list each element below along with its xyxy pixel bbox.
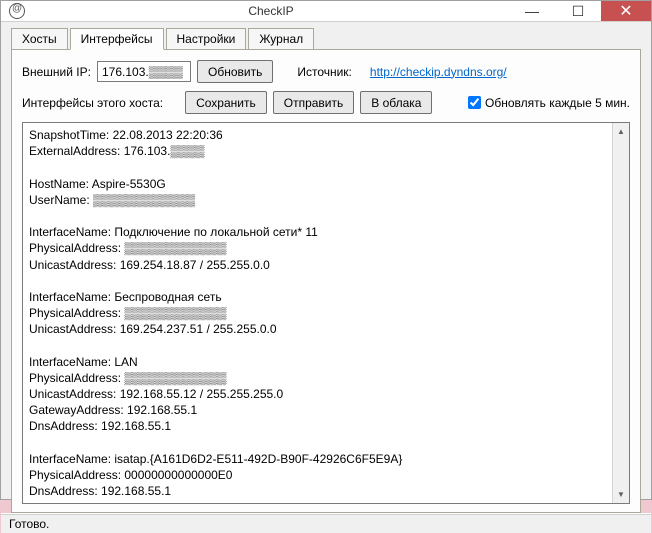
output-container: SnapshotTime: 22.08.2013 22:20:36 Extern… — [22, 122, 630, 504]
external-ip-row: Внешний IP: Обновить Источник: http://ch… — [22, 60, 630, 83]
tab-hosts[interactable]: Хосты — [11, 28, 68, 50]
cloud-button[interactable]: В облака — [360, 91, 432, 114]
window-controls: — ☐ ✕ — [509, 1, 651, 21]
host-interfaces-row: Интерфейсы этого хоста: Сохранить Отправ… — [22, 91, 630, 114]
app-icon — [9, 3, 25, 19]
source-link[interactable]: http://checkip.dyndns.org/ — [370, 65, 507, 79]
source-label: Источник: — [297, 65, 352, 79]
maximize-button[interactable]: ☐ — [555, 1, 601, 21]
output-textarea[interactable]: SnapshotTime: 22.08.2013 22:20:36 Extern… — [23, 123, 612, 503]
status-text: Готово. — [9, 517, 49, 531]
external-ip-input[interactable] — [97, 61, 191, 82]
external-ip-label: Внешний IP: — [22, 65, 91, 79]
send-button[interactable]: Отправить — [273, 91, 355, 114]
tab-interfaces[interactable]: Интерфейсы — [70, 28, 164, 50]
host-interfaces-label: Интерфейсы этого хоста: — [22, 96, 163, 110]
window-title: CheckIP — [33, 4, 509, 18]
statusbar: Готово. — [1, 514, 651, 533]
close-button[interactable]: ✕ — [601, 1, 651, 21]
minimize-button[interactable]: — — [509, 1, 555, 21]
tab-strip: Хосты Интерфейсы Настройки Журнал — [11, 28, 641, 50]
scroll-track[interactable] — [613, 140, 629, 486]
scroll-up-arrow[interactable]: ▲ — [613, 123, 629, 140]
app-window: CheckIP — ☐ ✕ Хосты Интерфейсы Настройки… — [0, 0, 652, 500]
tab-journal[interactable]: Журнал — [248, 28, 314, 50]
refresh-button[interactable]: Обновить — [197, 60, 273, 83]
content-area: Хосты Интерфейсы Настройки Журнал Внешни… — [1, 22, 651, 513]
vertical-scrollbar[interactable]: ▲ ▼ — [612, 123, 629, 503]
auto-refresh-input[interactable] — [468, 96, 481, 109]
save-button[interactable]: Сохранить — [185, 91, 267, 114]
auto-refresh-checkbox[interactable]: Обновлять каждые 5 мин. — [468, 96, 630, 110]
tab-settings[interactable]: Настройки — [166, 28, 247, 50]
scroll-down-arrow[interactable]: ▼ — [613, 486, 629, 503]
titlebar[interactable]: CheckIP — ☐ ✕ — [1, 1, 651, 22]
auto-refresh-label: Обновлять каждые 5 мин. — [485, 96, 630, 110]
tab-panel-interfaces: Внешний IP: Обновить Источник: http://ch… — [11, 49, 641, 513]
